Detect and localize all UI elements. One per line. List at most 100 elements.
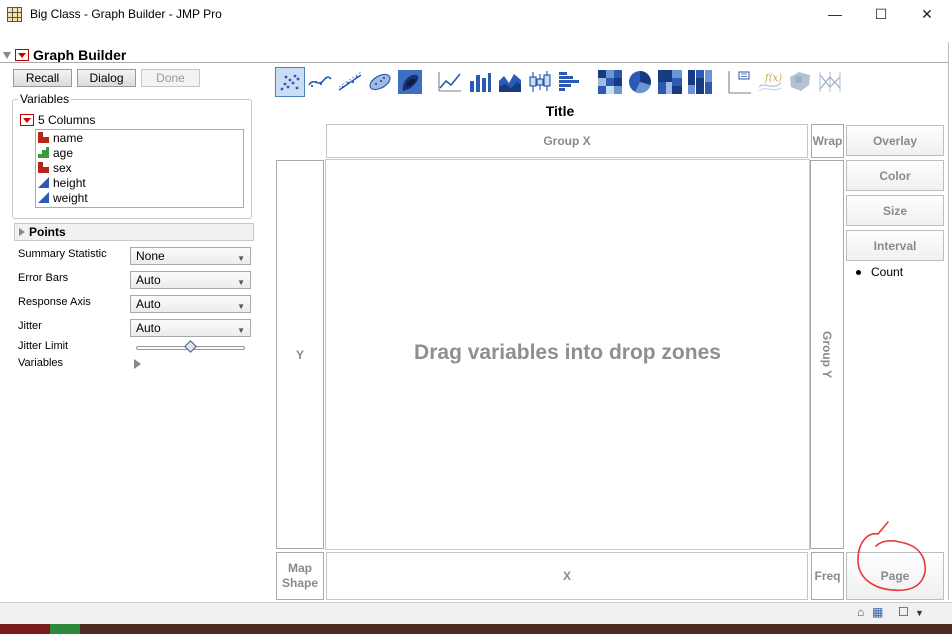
columns-count-label: 5 Columns bbox=[38, 113, 96, 127]
chevron-down-icon: ▼ bbox=[237, 278, 245, 287]
graph-title[interactable]: Title bbox=[500, 103, 620, 119]
bullet-icon bbox=[856, 269, 861, 275]
recall-button[interactable]: Recall bbox=[13, 69, 72, 87]
select-value: Auto bbox=[136, 321, 161, 335]
bar-icon bbox=[470, 73, 491, 92]
color-drop-zone[interactable]: Color bbox=[846, 160, 944, 191]
column-item-name[interactable]: name bbox=[36, 130, 243, 145]
status-bar bbox=[0, 602, 952, 624]
wrap-drop-zone[interactable]: Wrap bbox=[811, 124, 844, 158]
continuous-icon bbox=[38, 177, 49, 188]
red-triangle-menu-icon[interactable] bbox=[20, 114, 34, 126]
column-name: weight bbox=[53, 190, 88, 205]
chevron-down-icon: ▼ bbox=[237, 254, 245, 263]
formula-tool[interactable]: f(x) bbox=[755, 67, 785, 97]
summary-statistic-label: Summary Statistic bbox=[18, 248, 107, 260]
column-item-height[interactable]: height bbox=[36, 175, 243, 190]
area-tool[interactable] bbox=[495, 67, 525, 97]
smoother-tool[interactable] bbox=[305, 67, 335, 97]
jmp-table-icon bbox=[7, 7, 22, 22]
summary-statistic-select[interactable]: None ▼ bbox=[130, 247, 251, 265]
ellipse-icon bbox=[369, 73, 391, 91]
home-icon[interactable]: ⌂ bbox=[857, 605, 864, 619]
jitter-limit-label: Jitter Limit bbox=[18, 340, 69, 352]
divider bbox=[0, 62, 948, 63]
y-drop-zone[interactable]: Y bbox=[276, 160, 324, 549]
slider-thumb[interactable] bbox=[183, 340, 197, 353]
chevron-down-icon[interactable]: ▼ bbox=[915, 608, 924, 618]
points-tool[interactable] bbox=[275, 67, 305, 97]
window-border bbox=[948, 42, 949, 600]
red-triangle-menu-icon[interactable] bbox=[15, 49, 29, 61]
pie-tool[interactable] bbox=[625, 67, 655, 97]
treemap-icon bbox=[658, 70, 682, 94]
contour-tool[interactable] bbox=[395, 67, 425, 97]
column-name: height bbox=[53, 175, 86, 190]
group-y-drop-zone[interactable]: Group Y bbox=[810, 160, 844, 549]
histogram-icon bbox=[559, 72, 579, 91]
column-name: sex bbox=[53, 160, 72, 175]
jitter-select[interactable]: Auto ▼ bbox=[130, 319, 251, 337]
bar-tool[interactable] bbox=[465, 67, 495, 97]
points-icon bbox=[280, 74, 300, 91]
os-taskbar bbox=[0, 624, 952, 634]
line-of-fit-tool[interactable] bbox=[335, 67, 365, 97]
freq-drop-zone[interactable]: Freq bbox=[811, 552, 844, 600]
select-value: Auto bbox=[136, 273, 161, 287]
group-x-drop-zone[interactable]: Group X bbox=[326, 124, 808, 158]
annotation-circle bbox=[857, 521, 926, 592]
nominal-icon bbox=[38, 132, 49, 143]
interval-drop-zone[interactable]: Interval bbox=[846, 230, 944, 261]
error-bars-label: Error Bars bbox=[18, 272, 69, 284]
disclosure-icon[interactable] bbox=[19, 228, 25, 236]
points-section-title: Points bbox=[29, 225, 66, 239]
window-list-icon[interactable]: ☐ bbox=[898, 605, 909, 619]
continuous-icon bbox=[38, 192, 49, 203]
maximize-button[interactable]: ☐ bbox=[866, 3, 896, 25]
disclosure-icon[interactable] bbox=[3, 51, 11, 59]
expand-arrow-icon[interactable] bbox=[134, 359, 141, 369]
minimize-button[interactable]: — bbox=[820, 3, 850, 25]
response-axis-select[interactable]: Auto ▼ bbox=[130, 295, 251, 313]
count-list-item[interactable]: Count bbox=[856, 265, 903, 279]
box-plot-tool[interactable] bbox=[525, 67, 555, 97]
dialog-button[interactable]: Dialog bbox=[77, 69, 136, 87]
column-item-sex[interactable]: sex bbox=[36, 160, 243, 175]
table-icon[interactable]: ▦ bbox=[872, 605, 883, 619]
x-drop-zone[interactable]: X bbox=[326, 552, 808, 600]
error-bars-select[interactable]: Auto ▼ bbox=[130, 271, 251, 289]
treemap-tool[interactable] bbox=[655, 67, 685, 97]
close-button[interactable]: ✕ bbox=[912, 3, 942, 25]
formula-icon: f(x) bbox=[758, 73, 782, 92]
ellipse-tool[interactable] bbox=[365, 67, 395, 97]
svg-text:f(x): f(x) bbox=[764, 73, 782, 84]
map-shape-drop-zone[interactable]: Map Shape bbox=[276, 552, 324, 600]
heatmap-tool[interactable] bbox=[595, 67, 625, 97]
points-section-header[interactable]: Points bbox=[14, 223, 254, 241]
jitter-label: Jitter bbox=[18, 320, 42, 332]
caption-box-tool[interactable] bbox=[725, 67, 755, 97]
pie-icon bbox=[629, 71, 651, 94]
histogram-tool[interactable] bbox=[555, 67, 585, 97]
area-icon bbox=[499, 74, 521, 92]
variables-group-label: Variables bbox=[18, 92, 72, 106]
column-item-age[interactable]: age bbox=[36, 145, 243, 160]
heatmap-icon bbox=[598, 70, 622, 94]
select-value: None bbox=[136, 249, 165, 263]
parallel-axes-tool[interactable] bbox=[815, 67, 845, 97]
window-titlebar: Big Class - Graph Builder - JMP Pro — ☐ … bbox=[0, 0, 952, 30]
mosaic-tool[interactable] bbox=[685, 67, 715, 97]
columns-header[interactable]: 5 Columns bbox=[20, 113, 95, 127]
nominal-icon bbox=[38, 162, 49, 173]
map-shapes-tool[interactable] bbox=[785, 67, 815, 97]
column-list[interactable]: name age sex height weight bbox=[35, 129, 244, 208]
overlay-drop-zone[interactable]: Overlay bbox=[846, 125, 944, 156]
done-button[interactable]: Done bbox=[141, 69, 200, 87]
taskbar-item[interactable] bbox=[0, 624, 50, 634]
contour-icon bbox=[398, 70, 422, 94]
parallel-axes-icon bbox=[819, 72, 841, 92]
taskbar-item[interactable] bbox=[50, 624, 80, 634]
size-drop-zone[interactable]: Size bbox=[846, 195, 944, 226]
column-item-weight[interactable]: weight bbox=[36, 190, 243, 205]
line-tool[interactable] bbox=[435, 67, 465, 97]
